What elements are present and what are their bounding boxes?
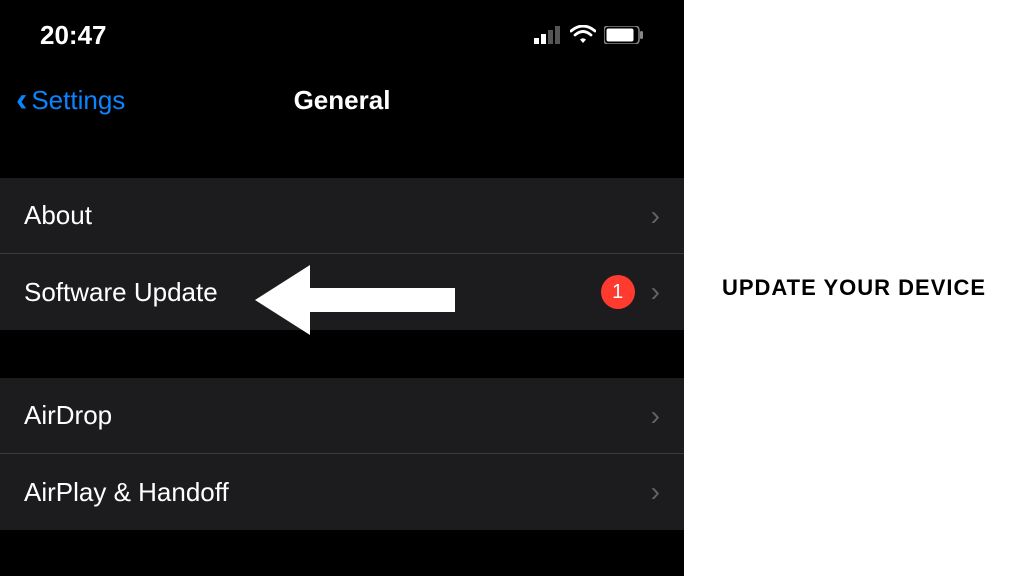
notification-badge: 1: [601, 275, 635, 309]
chevron-right-icon: ›: [651, 276, 660, 308]
chevron-left-icon: ‹: [16, 83, 27, 117]
annotation-text: UPDATE YOUR DEVICE: [722, 275, 986, 301]
status-time: 20:47: [40, 20, 107, 51]
section-spacer: [0, 130, 684, 178]
phone-screen: 20:47: [0, 0, 684, 576]
section-1: About › Software Update 1 ›: [0, 178, 684, 330]
status-bar: 20:47: [0, 0, 684, 70]
row-airplay-handoff[interactable]: AirPlay & Handoff ›: [0, 454, 684, 530]
cellular-signal-icon: [534, 26, 562, 44]
annotation-panel: UPDATE YOUR DEVICE: [684, 0, 1024, 576]
status-icons: [534, 25, 644, 45]
chevron-right-icon: ›: [651, 476, 660, 508]
chevron-right-icon: ›: [651, 400, 660, 432]
row-software-update[interactable]: Software Update 1 ›: [0, 254, 684, 330]
battery-icon: [604, 26, 644, 44]
section-2: AirDrop › AirPlay & Handoff ›: [0, 378, 684, 530]
row-label: Software Update: [24, 277, 601, 308]
row-airdrop[interactable]: AirDrop ›: [0, 378, 684, 454]
row-label: AirPlay & Handoff: [24, 477, 651, 508]
nav-bar: ‹ Settings General: [0, 70, 684, 130]
back-button[interactable]: ‹ Settings: [16, 83, 125, 117]
chevron-right-icon: ›: [651, 200, 660, 232]
nav-title: General: [294, 85, 391, 116]
row-label: About: [24, 200, 651, 231]
row-about[interactable]: About ›: [0, 178, 684, 254]
wifi-icon: [570, 25, 596, 45]
back-label: Settings: [31, 85, 125, 116]
section-spacer: [0, 330, 684, 378]
row-label: AirDrop: [24, 400, 651, 431]
